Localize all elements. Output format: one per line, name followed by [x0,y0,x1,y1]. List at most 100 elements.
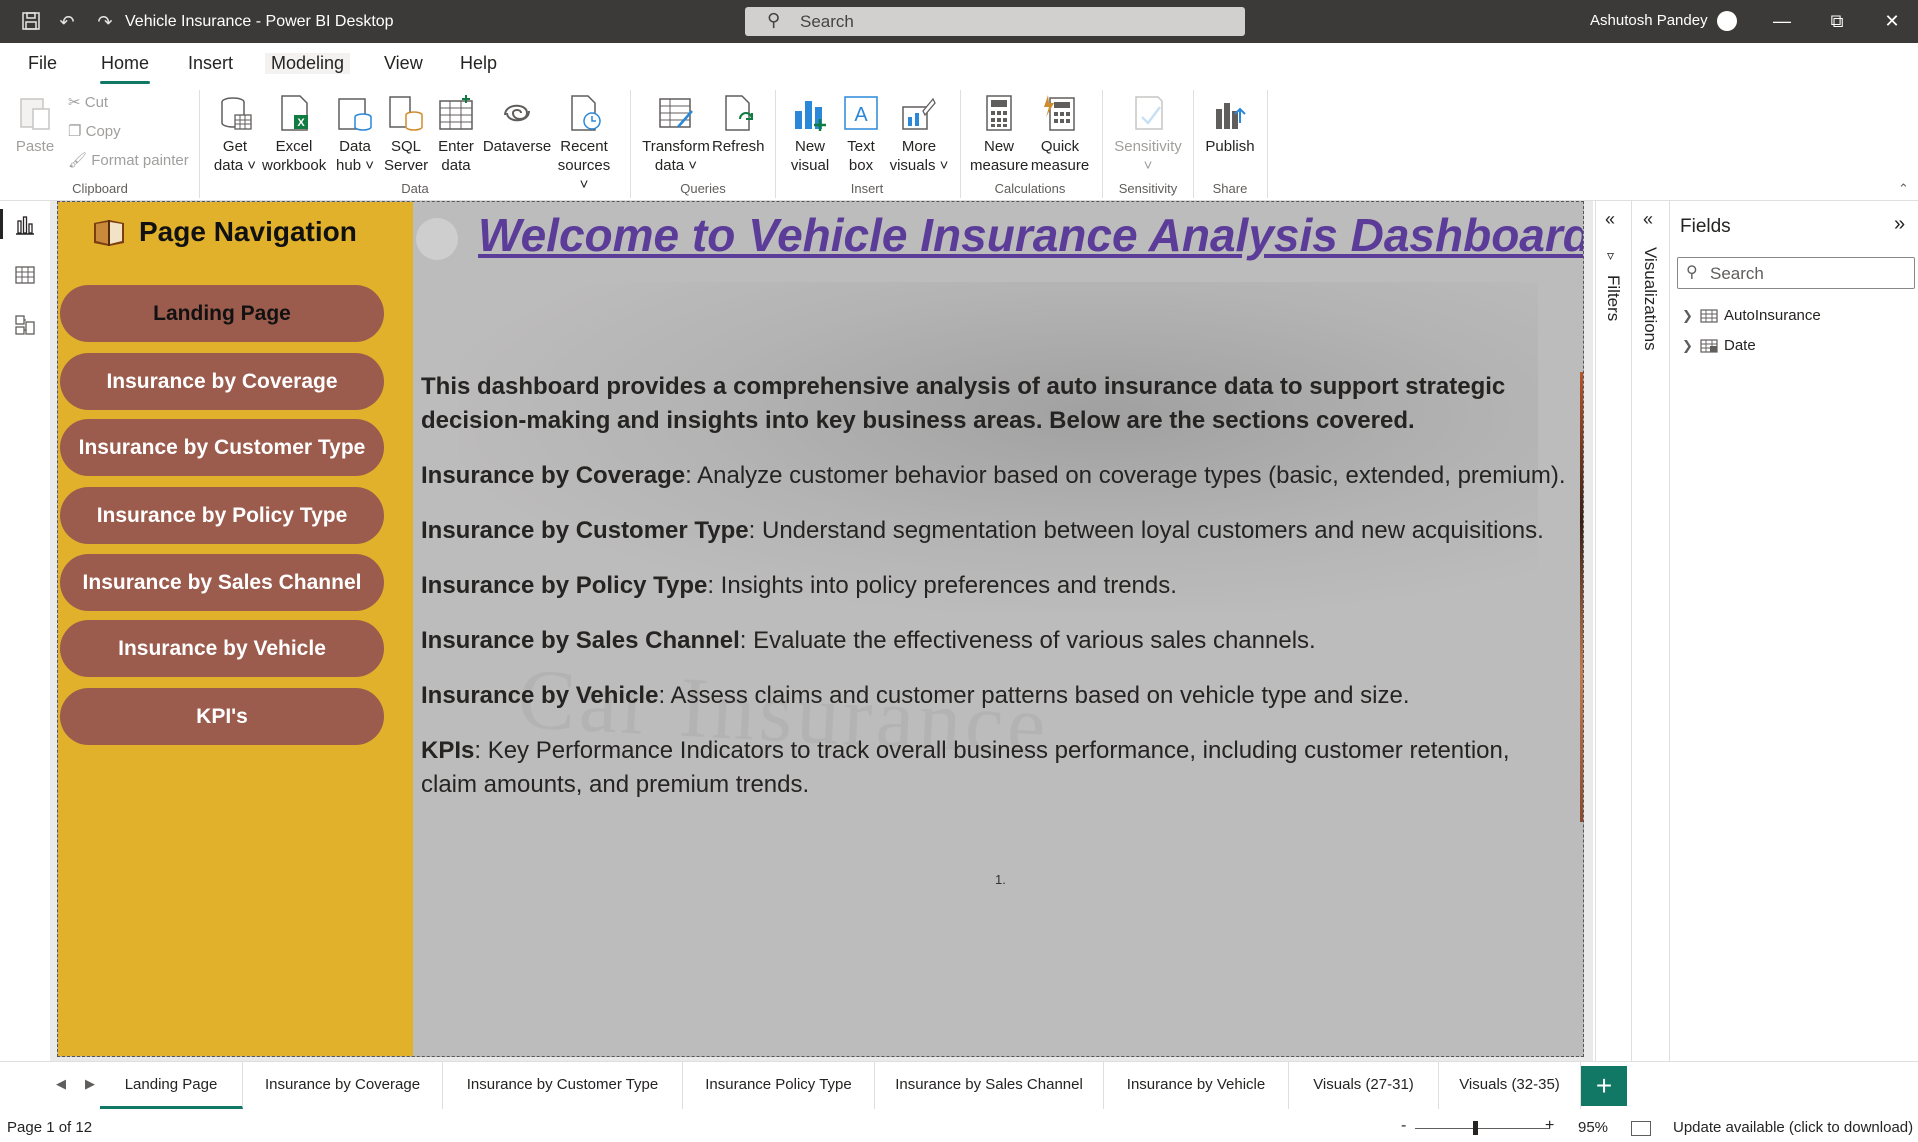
report-canvas: Car Insurance Page Navigation Landing Pa… [50,201,1593,1061]
chevron-right-icon[interactable]: ❯ [1682,338,1696,354]
get-data-label-1: Get [222,138,248,155]
model-view-icon[interactable] [13,313,37,337]
recent-sources-button[interactable]: Recent sources ˅ [552,93,616,194]
undo-icon[interactable]: ↶ [56,11,78,33]
page-tab-visuals-32-35[interactable]: Visuals (32-35) [1439,1062,1581,1109]
page-tab-customer-type[interactable]: Insurance by Customer Type [443,1062,683,1109]
chevron-down-icon: ˅ [365,157,374,174]
chevron-right-icon[interactable]: ❯ [1682,308,1696,324]
tab-file[interactable]: File [24,53,61,74]
redo-icon[interactable]: ↷ [94,11,116,33]
page-tab-sales-channel[interactable]: Insurance by Sales Channel [875,1062,1104,1109]
user-name[interactable]: Ashutosh Pandey [1590,12,1708,29]
field-table-date[interactable]: ❯ Date [1682,337,1756,354]
tab-help[interactable]: Help [456,53,501,74]
nav-button-policy-type[interactable]: Insurance by Policy Type [60,487,384,544]
zoom-in-button[interactable]: + [1545,1117,1554,1135]
collapse-ribbon-icon[interactable]: ⌃ [1898,181,1909,197]
collapse-visualizations-icon[interactable]: « [1643,209,1653,230]
more-visuals-label-1: More [901,138,937,155]
page-tab-visuals-27-31[interactable]: Visuals (27-31) [1289,1062,1439,1109]
tab-scroll-right-icon[interactable]: ▶ [85,1076,95,1092]
nav-button-sales-channel[interactable]: Insurance by Sales Channel [60,554,384,611]
tab-scroll-left-icon[interactable]: ◀ [56,1076,66,1092]
tab-insert[interactable]: Insert [184,53,237,74]
visualizations-pane[interactable]: « Visualizations [1631,201,1669,1061]
nav-button-landing-page[interactable]: Landing Page [60,285,384,342]
section-desc: : Understand segmentation between loyal … [748,517,1544,544]
page-count: Page 1 of 12 [7,1119,93,1136]
more-visuals-button[interactable]: More visuals ˅ [888,93,950,175]
ribbon-separator [775,90,776,198]
new-measure-button[interactable]: New measure [970,93,1028,175]
zoom-slider[interactable] [1415,1128,1550,1129]
visualizations-label[interactable]: Visualizations [1640,247,1660,351]
page-tab-landing-page[interactable]: Landing Page [100,1062,243,1109]
view-rail [0,201,50,1061]
tab-modeling[interactable]: Modeling [265,53,351,74]
fields-search-input[interactable]: ⚲ Search [1677,257,1915,289]
excel-label-1: Excel [275,138,313,155]
refresh-button[interactable]: Refresh [712,93,765,156]
restore-icon[interactable]: ⧉ [1822,8,1852,34]
footnote-marker: 1. [995,872,1006,887]
quick-measure-button[interactable]: Quick measure [1030,93,1090,175]
update-available-link[interactable]: Update available (click to download) [1673,1119,1913,1136]
filters-label[interactable]: Filters [1603,275,1623,321]
nav-button-vehicle[interactable]: Insurance by Vehicle [60,620,384,677]
get-data-button[interactable]: Get data ˅ [212,93,258,175]
page-tab-coverage[interactable]: Insurance by Coverage [243,1062,443,1109]
nav-button-coverage[interactable]: Insurance by Coverage [60,353,384,410]
cut-button[interactable]: ✂ Cut [68,93,108,111]
avatar[interactable] [1717,11,1737,31]
minimize-icon[interactable]: — [1767,8,1797,34]
tab-view[interactable]: View [380,53,427,74]
publish-button[interactable]: Publish [1200,93,1260,156]
copy-button[interactable]: ❐ Copy [68,122,121,140]
text-box-button[interactable]: A Text box [838,93,884,175]
chevron-down-icon: ˅ [939,157,949,174]
more-visuals-icon [902,97,936,130]
nav-button-kpis[interactable]: KPI's [60,688,384,745]
data-hub-button[interactable]: Data hub ˅ [332,93,378,175]
new-visual-button[interactable]: New visual [786,93,834,175]
intro-paragraph: This dashboard provides a comprehensive … [421,373,1506,434]
excel-workbook-button[interactable]: X Excel workbook [262,93,326,175]
dataverse-button[interactable]: Dataverse [482,93,552,156]
field-table-autoinsurance[interactable]: ❯ AutoInsurance [1682,307,1821,324]
fit-to-page-icon[interactable] [1631,1121,1651,1136]
section-desc: : Assess claims and customer patterns ba… [658,682,1410,709]
save-icon[interactable] [20,11,42,33]
zoom-out-button[interactable]: - [1401,1117,1406,1135]
zoom-slider-thumb[interactable] [1473,1121,1478,1135]
report-view-icon[interactable] [13,213,37,237]
sensitivity-button[interactable]: Sensitivity ˅ [1110,93,1186,175]
table-icon [1700,308,1718,323]
nav-button-customer-type[interactable]: Insurance by Customer Type [60,419,384,476]
close-icon[interactable]: ✕ [1877,8,1907,34]
nav-title-text: Page Navigation [139,216,357,247]
copy-icon: ❐ [68,123,82,140]
filters-pane[interactable]: « ▿ Filters [1595,201,1631,1061]
dataverse-label: Dataverse [482,138,552,155]
transform-data-icon [659,98,693,128]
excel-label-2: workbook [262,157,327,174]
transform-data-button[interactable]: Transform data ˅ [640,93,712,175]
add-page-button[interactable]: + [1581,1066,1627,1106]
page-tab-vehicle[interactable]: Insurance by Vehicle [1104,1062,1289,1109]
calculator-icon [986,95,1012,131]
refresh-label: Refresh [712,138,765,155]
collapse-fields-icon[interactable]: » [1894,213,1905,236]
section-kpis: KPIs: Key Performance Indicators to trac… [421,734,1571,802]
paste-button[interactable]: Paste [14,93,56,156]
report-page[interactable]: Car Insurance Page Navigation Landing Pa… [57,201,1584,1057]
sql-server-button[interactable]: SQL Server [384,93,428,175]
page-tab-policy-type[interactable]: Insurance Policy Type [683,1062,875,1109]
enter-data-button[interactable]: Enter data [434,93,478,175]
table-view-icon[interactable] [13,263,37,287]
format-painter-button[interactable]: 🖌 Format painter [68,151,189,169]
tab-home[interactable]: Home [97,53,153,74]
search-input[interactable]: ⚲ Search [745,7,1245,36]
search-icon: ⚲ [767,10,781,30]
collapse-filters-icon[interactable]: « [1605,209,1615,230]
